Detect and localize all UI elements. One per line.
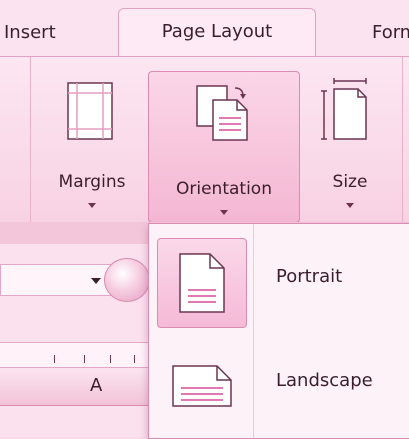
chevron-down-icon [88,203,96,208]
orientation-label: Orientation [176,179,272,199]
ribbon-tab-strip: Insert Page Layout Form [0,0,409,58]
landscape-icon-box [157,342,245,430]
orientation-dropdown-menu: Portrait Landscape [148,223,409,439]
tab-insert[interactable]: Insert [4,10,56,56]
orientation-button[interactable]: Orientation [148,71,300,223]
ruler-tick [54,355,55,363]
portrait-icon-box [157,238,247,328]
landscape-page-icon [172,365,232,407]
tab-formulas[interactable]: Form [372,10,409,56]
menu-item-landscape[interactable]: Landscape [151,336,406,432]
ruler-tick [110,355,111,363]
size-label: Size [332,172,368,192]
orientation-icon [196,85,248,141]
portrait-page-icon [179,253,225,313]
tab-page-layout[interactable]: Page Layout [118,8,316,58]
column-header-label: A [90,375,103,396]
size-icon [321,78,367,140]
worksheet-area: A [0,244,160,437]
menu-item-portrait[interactable]: Portrait [151,232,406,328]
margins-icon [67,82,113,140]
function-button[interactable] [104,258,150,302]
chevron-down-icon [346,203,354,208]
ruler-tick [84,355,85,363]
menu-item-label: Landscape [276,370,373,391]
menu-item-label: Portrait [276,266,343,287]
ruler-tick [134,355,135,363]
margins-label: Margins [58,172,126,192]
ribbon-panel: Margins Orientation Size [0,56,409,245]
group-divider [30,57,31,237]
ruler [0,342,160,368]
chevron-down-icon[interactable] [91,278,101,284]
chevron-down-icon [220,210,228,215]
column-header[interactable]: A [0,369,160,406]
group-divider [402,57,403,237]
margins-button[interactable]: Margins [38,65,146,215]
size-button[interactable]: Size [300,65,400,215]
